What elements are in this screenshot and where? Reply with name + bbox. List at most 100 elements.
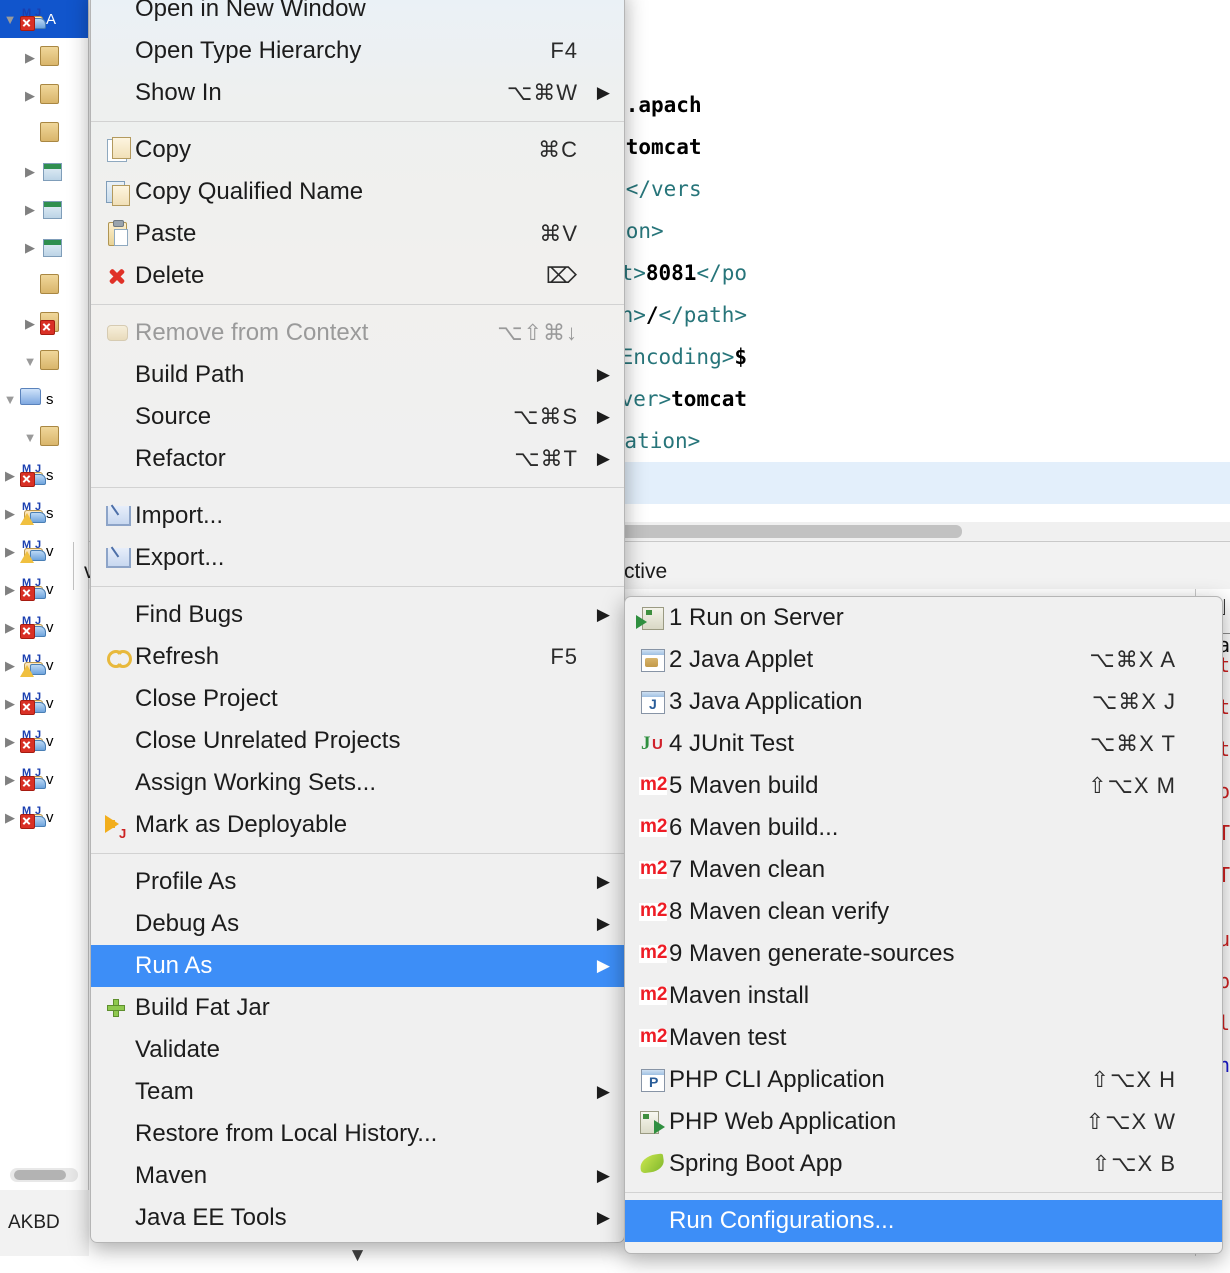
tree-twisty-closed-icon[interactable]: ▶ (0, 469, 20, 482)
tree-twisty-closed-icon[interactable]: ▶ (0, 735, 20, 748)
submenu-item-9-maven-generate-sources[interactable]: m29 Maven generate-sources (625, 933, 1222, 975)
menu-item-find-bugs[interactable]: Find Bugs▶ (91, 594, 624, 636)
tree-row[interactable] (0, 266, 88, 304)
menu-item-debug-as[interactable]: Debug As▶ (91, 903, 624, 945)
submenu-item-php-web-application[interactable]: PHP Web Application⇧⌥X W (625, 1101, 1222, 1143)
submenu-item-maven-test[interactable]: m2Maven test (625, 1017, 1222, 1059)
tree-row[interactable]: ▶ (0, 190, 88, 228)
tree-twisty-closed-icon[interactable]: ▶ (0, 773, 20, 786)
tree-item-icon: MJ (20, 768, 46, 790)
menu-item-java-ee-tools[interactable]: Java EE Tools▶ (91, 1197, 624, 1239)
tree-row[interactable] (0, 114, 88, 152)
menu-item-team[interactable]: Team▶ (91, 1071, 624, 1113)
run-configurations-menu-item[interactable]: Run Configurations... (625, 1200, 1222, 1242)
tree-row[interactable]: ▶MJs (0, 494, 88, 532)
submenu-item-2-java-applet[interactable]: 2 Java Applet⌥⌘X A (625, 639, 1222, 681)
tree-twisty-closed-icon[interactable]: ▶ (20, 165, 40, 178)
blank-icon (103, 38, 135, 64)
java-badge-icon: J (35, 578, 41, 588)
menu-item-run-as[interactable]: Run As▶ (91, 945, 624, 987)
tree-twisty-closed-icon[interactable]: ▶ (20, 51, 40, 64)
plus-icon (103, 995, 135, 1021)
tree-row[interactable]: ▶MJs (0, 456, 88, 494)
menu-accelerator: ⌥⌘S (513, 404, 582, 430)
tree-row[interactable]: ▶ (0, 38, 88, 76)
tree-row[interactable]: ▶ (0, 152, 88, 190)
tree-item-label: A (46, 11, 56, 28)
submenu-item-maven-install[interactable]: m2Maven install (625, 975, 1222, 1017)
menu-item-maven[interactable]: Maven▶ (91, 1155, 624, 1197)
menu-item-label: Refactor (135, 445, 226, 473)
menu-item-assign-working-sets[interactable]: Assign Working Sets...▶ (91, 762, 624, 804)
tree-twisty-open-icon[interactable]: ▼ (0, 13, 20, 26)
submenu-item-php-cli-application[interactable]: PHP CLI Application⇧⌥X H (625, 1059, 1222, 1101)
blank-icon (103, 446, 135, 472)
tree-row[interactable]: ▶MJv (0, 684, 88, 722)
tree-row[interactable]: ▼s (0, 380, 88, 418)
tree-twisty-open-icon[interactable]: ▼ (20, 355, 40, 368)
run-as-submenu[interactable]: 1 Run on Server2 Java Applet⌥⌘X A3 Java … (624, 596, 1223, 1254)
tree-row[interactable]: ▶ (0, 304, 88, 342)
tree-row[interactable]: ▼ (0, 418, 88, 456)
menu-item-import[interactable]: Import...▶ (91, 495, 624, 537)
menu-item-open-type-hierarchy[interactable]: Open Type HierarchyF4▶ (91, 30, 624, 72)
tree-row[interactable]: ▶MJv (0, 760, 88, 798)
tree-row[interactable]: ▼ (0, 342, 88, 380)
submenu-item-spring-boot-app[interactable]: Spring Boot App⇧⌥X B (625, 1143, 1222, 1185)
menu-item-mark-as-deployable[interactable]: Mark as Deployable▶ (91, 804, 624, 846)
menu-item-export[interactable]: Export...▶ (91, 537, 624, 579)
submenu-item-8-maven-clean-verify[interactable]: m28 Maven clean verify (625, 891, 1222, 933)
submenu-item-1-run-on-server[interactable]: 1 Run on Server (625, 597, 1222, 639)
tree-twisty-closed-icon[interactable]: ▶ (0, 621, 20, 634)
submenu-item-6-maven-build[interactable]: m26 Maven build... (625, 807, 1222, 849)
tree-twisty-closed-icon[interactable]: ▶ (0, 697, 20, 710)
tree-twisty-closed-icon[interactable]: ▶ (0, 583, 20, 596)
tree-row[interactable]: ▶ (0, 76, 88, 114)
tree-twisty-open-icon[interactable]: ▼ (20, 431, 40, 444)
submenu-item-3-java-application[interactable]: 3 Java Application⌥⌘X J (625, 681, 1222, 723)
tree-row[interactable]: ▶MJv (0, 608, 88, 646)
menu-item-refactor[interactable]: Refactor⌥⌘T▶ (91, 438, 624, 480)
tree-twisty-closed-icon[interactable]: ▶ (0, 545, 20, 558)
project-context-menu[interactable]: Open in New Window▶Open Type HierarchyF4… (90, 0, 625, 1243)
menu-item-close-project[interactable]: Close Project▶ (91, 678, 624, 720)
blank-icon (103, 80, 135, 106)
tree-twisty-closed-icon[interactable]: ▶ (0, 659, 20, 672)
menu-item-close-unrelated-projects[interactable]: Close Unrelated Projects▶ (91, 720, 624, 762)
menu-item-show-in[interactable]: Show In⌥⌘W▶ (91, 72, 624, 114)
submenu-item-4-junit-test[interactable]: 4 JUnit Test⌥⌘X T (625, 723, 1222, 765)
tree-twisty-closed-icon[interactable]: ▶ (0, 811, 20, 824)
tree-row[interactable]: ▶MJv (0, 798, 88, 836)
tree-row[interactable]: ▶MJv (0, 646, 88, 684)
scrollbar-thumb[interactable] (14, 1170, 66, 1180)
tree-twisty-closed-icon[interactable]: ▶ (0, 507, 20, 520)
tree-twisty-closed-icon[interactable]: ▶ (20, 89, 40, 102)
explorer-horizontal-scrollbar[interactable] (10, 1168, 78, 1182)
menu-item-build-path[interactable]: Build Path▶ (91, 354, 624, 396)
tree-row[interactable]: ▶MJv (0, 722, 88, 760)
submenu-item-5-maven-build[interactable]: m25 Maven build⇧⌥X M (625, 765, 1222, 807)
tree-row[interactable]: ▶ (0, 228, 88, 266)
run-on-server-icon (637, 605, 669, 631)
menu-item-validate[interactable]: Validate▶ (91, 1029, 624, 1071)
menu-item-profile-as[interactable]: Profile As▶ (91, 861, 624, 903)
submenu-item-7-maven-clean[interactable]: m27 Maven clean (625, 849, 1222, 891)
menu-item-source[interactable]: Source⌥⌘S▶ (91, 396, 624, 438)
menu-item-remove-from-context[interactable]: Remove from Context⌥⇧⌘↓▶ (91, 312, 624, 354)
menu-item-restore-from-local-history[interactable]: Restore from Local History...▶ (91, 1113, 624, 1155)
menu-item-copy-qualified-name[interactable]: Copy Qualified Name▶ (91, 171, 624, 213)
tree-twisty-closed-icon[interactable]: ▶ (20, 317, 40, 330)
tree-twisty-closed-icon[interactable]: ▶ (20, 203, 40, 216)
menu-item-delete[interactable]: Delete⌦▶ (91, 255, 624, 297)
menu-item-paste[interactable]: Paste⌘V▶ (91, 213, 624, 255)
import-icon (103, 503, 135, 529)
project-explorer-tree[interactable]: ▼MJA▶▶▶▶▶▶▼▼s▼▶MJs▶MJs▶MJv▶MJv▶MJv▶MJv▶M… (0, 0, 89, 1190)
tree-row[interactable]: ▼MJA (0, 0, 88, 38)
tree-twisty-open-icon[interactable]: ▼ (0, 393, 20, 406)
menu-item-open-in-new-window[interactable]: Open in New Window▶ (91, 0, 624, 30)
tree-twisty-closed-icon[interactable]: ▶ (20, 241, 40, 254)
menu-item-copy[interactable]: Copy⌘C▶ (91, 129, 624, 171)
menu-item-refresh[interactable]: RefreshF5▶ (91, 636, 624, 678)
menu-item-build-fat-jar[interactable]: Build Fat Jar▶ (91, 987, 624, 1029)
menu-scroll-down-indicator[interactable]: ▼ (91, 1239, 624, 1273)
